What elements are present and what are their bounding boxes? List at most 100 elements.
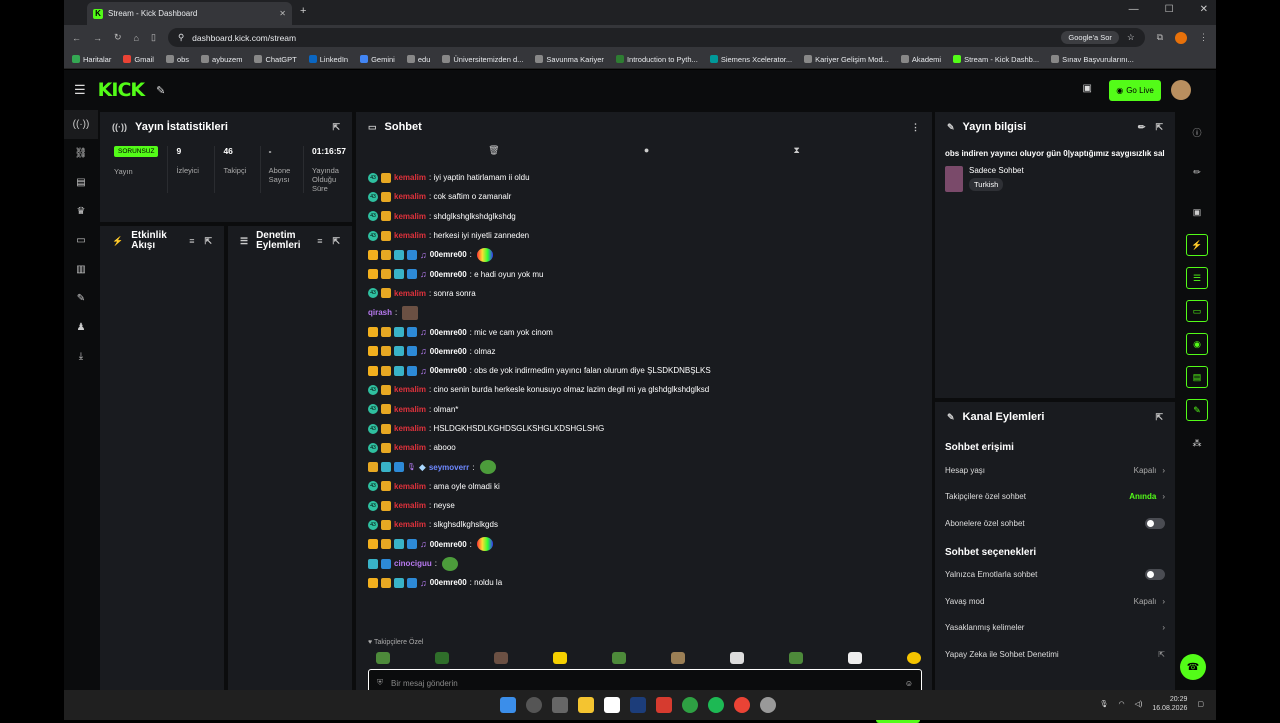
app-icon[interactable] [682,697,698,713]
google-ask-button[interactable]: Google'a Sor [1061,31,1119,44]
chat-message[interactable]: ♫ 00emre00: noldu la [368,573,928,592]
emote[interactable] [435,652,449,664]
chat-message[interactable]: 43 kemalim: herkesi iyi niyetli zanneden [368,226,928,245]
tools-icon[interactable]: ✎ [156,84,165,97]
chat-message[interactable]: qirash: [368,303,928,322]
popout-icon[interactable]: ⇱ [332,122,340,133]
bookmark-item[interactable]: Sınav Başvurularını... [1051,55,1134,64]
stream-icon[interactable]: ((·)) [64,110,98,139]
wrench-panel-icon[interactable]: ✎ [1186,399,1208,421]
bookmark-item[interactable]: ChatGPT [254,55,297,64]
ai-moderation-row[interactable]: Yapay Zeka ile Sohbet Denetimi ⇱ [935,641,1175,668]
emote[interactable] [907,652,921,664]
chat-message[interactable]: 43 kemalim: abooo [368,438,928,457]
emote[interactable] [730,652,744,664]
chat-message[interactable]: cinociguu: [368,554,928,573]
chart-icon[interactable]: ▥ [64,255,98,284]
home-icon[interactable]: ⌂ [134,33,139,43]
forward-icon[interactable]: → [93,33,102,43]
chat-message[interactable]: ♫ 00emre00: [368,535,928,554]
chat-username[interactable]: kemalim [394,443,426,452]
video-icon[interactable]: ▭ [64,226,98,255]
popout-icon[interactable]: ⇱ [332,236,340,246]
avatar[interactable] [1171,80,1191,100]
new-tab-icon[interactable]: + [300,5,306,17]
bookmark-item[interactable]: Haritalar [72,55,111,64]
account-age-row[interactable]: Hesap yaşı Kapalı › [935,457,1175,484]
chat-message[interactable]: 43 kemalim: HSLDGKHSDLKGHDSGLKSHGLKDSHGLS… [368,419,928,438]
kick-logo[interactable]: KICK [98,79,145,101]
profile-icon[interactable] [1175,31,1187,44]
hourglass-icon[interactable]: ⧗ [794,145,800,156]
stream-panel-icon[interactable]: ◉ [1186,333,1208,355]
task-view-icon[interactable] [552,697,568,713]
list-panel-icon[interactable]: ☰ [1186,267,1208,289]
chat-message[interactable]: 43 kemalim: cino senin burda herkesle kon… [368,380,928,399]
chat-message[interactable]: ♫ 00emre00: [368,245,928,264]
chat-username[interactable]: seymoverr [429,463,469,472]
chat-username[interactable]: kemalim [394,173,426,182]
chat-message[interactable]: 🎙 ◆ seymoverr: [368,457,928,476]
emote[interactable] [553,652,567,664]
emote[interactable] [612,652,626,664]
close-window-icon[interactable]: ✕ [1200,4,1208,15]
flash-panel-icon[interactable]: ⚡ [1186,234,1208,256]
bookmark-item[interactable]: Savunma Kariyer [535,55,604,64]
message-icon[interactable]: ● [644,145,649,155]
bookmark-item[interactable]: Kariyer Gelişim Mod... [804,55,889,64]
help-chat-button[interactable]: ☎ [1180,654,1206,680]
link-icon[interactable]: ⛓ [64,139,98,168]
popout-icon[interactable]: ⇱ [1155,122,1163,133]
filter-icon[interactable]: ≡ [317,236,322,246]
chat-message[interactable]: 43 kemalim: shdglkshglkshdglkshdg [368,207,928,226]
hamburger-menu-icon[interactable]: ☰ [74,82,86,98]
file-explorer-icon[interactable] [578,697,594,713]
clock[interactable]: 20:29 16.08.2026 [1152,695,1187,713]
wifi-icon[interactable]: ◠ [1119,700,1125,708]
popout-icon[interactable]: ⇱ [204,236,212,246]
spotify-icon[interactable] [708,697,724,713]
bookmark-item[interactable]: Introduction to Pyth... [615,55,698,64]
chat-username[interactable]: kemalim [394,424,426,433]
close-tab-icon[interactable]: ✕ [279,9,286,18]
calendar-icon[interactable] [604,697,620,713]
chat-username[interactable]: kemalim [394,192,426,201]
chat-message[interactable]: 43 kemalim: sonra sonra [368,284,928,303]
chat-username[interactable]: 00emre00 [430,250,467,259]
banned-words-row[interactable]: Yasaklanmış kelimeler › [935,615,1175,642]
bookmark-item[interactable]: Gmail [123,55,154,64]
word-icon[interactable] [630,697,646,713]
chat-username[interactable]: kemalim [394,385,426,394]
chat-username[interactable]: kemalim [394,482,426,491]
bookmark-item[interactable]: Üniversitemizden d... [442,55,523,64]
start-icon[interactable] [500,697,516,713]
subs-only-toggle[interactable] [1145,517,1165,529]
bookmark-item[interactable]: obs [165,55,189,64]
analytics-icon[interactable]: ▤ [64,168,98,197]
maximize-icon[interactable]: ☐ [1165,4,1174,15]
chat-username[interactable]: 00emre00 [430,328,467,337]
go-live-button[interactable]: ◉ Go Live [1109,80,1161,101]
chrome-icon[interactable] [734,697,750,713]
bookmark-item[interactable]: LinkedIn [308,55,348,64]
brave-icon[interactable] [656,697,672,713]
chat-username[interactable]: qirash [368,308,392,317]
chat-message[interactable]: ♫ 00emre00: obs de yok indirmedim yayıncı… [368,361,928,380]
site-info-icon[interactable]: ⚲ [178,32,184,43]
chat-message[interactable]: ♫ 00emre00: mic ve cam yok cinom [368,322,928,341]
bookmark-item[interactable]: Gemini [360,55,395,64]
slow-mode-row[interactable]: Yavaş mod Kapalı › [935,588,1175,615]
chat-message[interactable]: 43 kemalim: neyse [368,496,928,515]
chat-message[interactable]: 43 kemalim: olman* [368,400,928,419]
bookmark-item[interactable]: Stream - Kick Dashb... [953,55,1039,64]
chat-message[interactable]: ♫ 00emre00: olmaz [368,342,928,361]
emote[interactable] [848,652,862,664]
more-options-icon[interactable]: ⋮ [911,122,920,133]
community-icon[interactable]: ♟ [64,313,98,342]
emote[interactable] [789,652,803,664]
chat-username[interactable]: 00emre00 [430,578,467,587]
back-icon[interactable]: ← [72,33,81,43]
trash-icon[interactable]: 🗑 [488,145,499,156]
chat-message[interactable]: ♫ 00emre00: e hadi oyun yok mu [368,264,928,283]
browser-tab[interactable]: K Stream - Kick Dashboard ✕ [87,2,292,25]
